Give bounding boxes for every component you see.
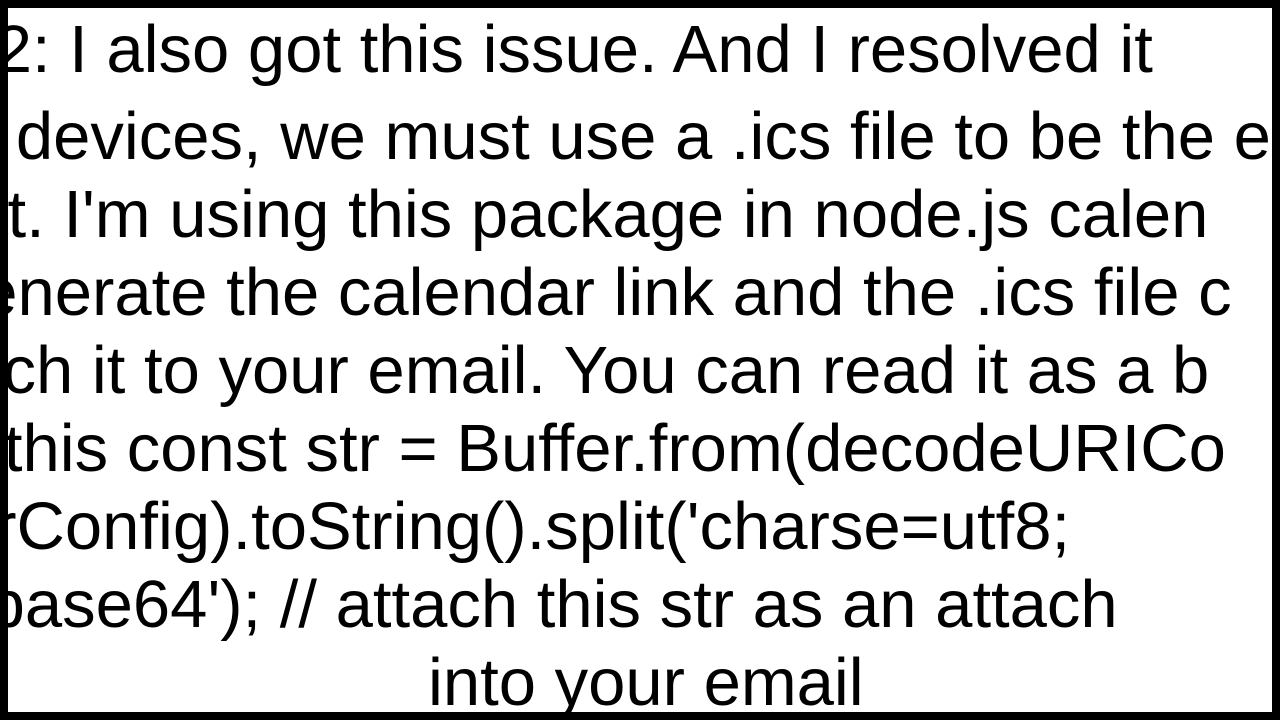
text-line-9: into your email	[428, 644, 864, 722]
text-line-3: ent. I'm using this package in node.js c…	[0, 176, 1208, 254]
text-line-4: generate the calendar link and the .ics …	[0, 254, 1232, 332]
text-line-5: ttach it to your email. You can read it …	[0, 332, 1209, 410]
text-line-6: e this const str = Buffer.from(decodeURI…	[0, 410, 1226, 488]
text-line-8: ng('base64'); // attach this str as an a…	[0, 566, 1118, 644]
text-line-2: e devices, we must use a .ics file to be…	[0, 98, 1271, 176]
text-line-1: ver 2: I also got this issue. And I reso…	[0, 11, 1153, 89]
text-line-7: alendarConfig).toString().split('charse=…	[0, 488, 1070, 566]
